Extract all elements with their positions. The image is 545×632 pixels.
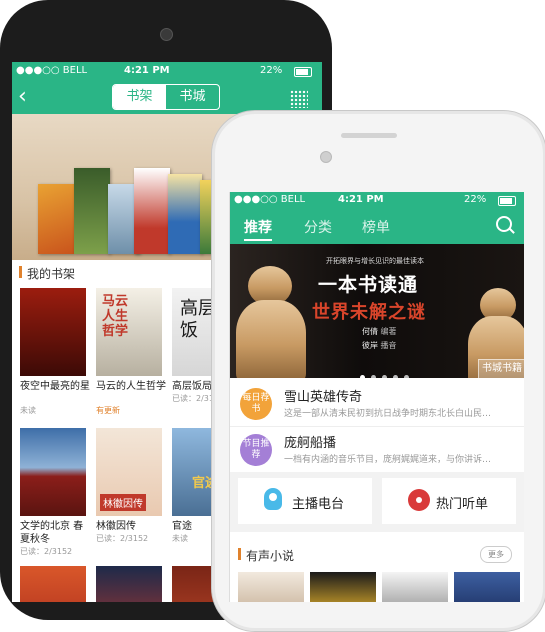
cover-text: 马云 人生哲学 (102, 294, 129, 339)
status-bar: ●●●○○ BELL 4:21 PM 22% (12, 62, 322, 80)
section-accent-bar (238, 548, 241, 560)
shelf-store-switch: 书架 书城 (112, 84, 220, 110)
audio-book-cover[interactable] (382, 572, 448, 602)
hot-playlist-button[interactable]: 热门听单 (382, 478, 516, 524)
hero-title-line2: 世界未解之谜 (312, 302, 426, 323)
clock: 4:21 PM (338, 194, 384, 205)
banner-book-2 (74, 168, 110, 254)
back-arrow-icon[interactable]: ‹ (18, 84, 27, 109)
book-cover[interactable]: 马云 人生哲学 (96, 288, 162, 376)
book-status: 未读 (20, 406, 36, 415)
author-name: 何倩 (362, 327, 378, 336)
section-title: 我的书架 (27, 267, 76, 281)
feature-label: 主播电台 (292, 497, 345, 512)
front-phone-camera (320, 151, 332, 163)
status-bar: ●●●○○ BELL 4:21 PM 22% (230, 192, 524, 208)
anchor-radio-button[interactable]: 主播电台 (238, 478, 372, 524)
terracotta-warrior-body (236, 300, 306, 378)
audio-book-cover[interactable] (310, 572, 376, 602)
carrier-signal: ●●●○○ BELL (16, 65, 88, 76)
carousel-dots[interactable] (360, 365, 415, 378)
clock: 4:21 PM (124, 65, 170, 76)
book-status-updated: 有更新 (96, 406, 120, 415)
book-cover[interactable] (20, 428, 86, 516)
more-button[interactable]: 更多 (480, 546, 512, 563)
search-icon[interactable] (496, 216, 512, 232)
main-nav-bar: 推荐 分类 榜单 (230, 208, 524, 244)
book-status: 已读：2/3152 (20, 547, 73, 556)
book-title[interactable]: 夜空中最亮的星 (20, 380, 90, 393)
tab-category[interactable]: 分类 (304, 217, 332, 237)
section-title: 有声小说 (246, 549, 295, 563)
audio-book-cover[interactable] (454, 572, 520, 602)
hero-kicker: 开拓眼界与增长见识的最佳读本 (326, 257, 424, 265)
book-cover[interactable] (96, 566, 162, 602)
audio-novel-header: 有声小说 更多 (230, 540, 524, 566)
recommendation-desc: 这是一部从清末民初到抗日战争时期东北长白山民… (284, 409, 492, 419)
banner-book-5 (168, 174, 202, 254)
book-title[interactable]: 文学的北京 春夏秋冬 (20, 520, 90, 546)
hero-author: 何倩 编著 (362, 326, 397, 337)
hero-title-line1: 一本书读通 (318, 274, 419, 296)
banner-book-4 (134, 168, 170, 254)
book-cover[interactable] (20, 288, 86, 376)
battery-icon (498, 196, 516, 206)
battery-icon (294, 67, 312, 77)
recommendation-desc: 一档有内涵的音乐节目，庞舸娓娓道来，与你讲诉… (284, 455, 492, 465)
hero-narrator: 彼岸 播音 (362, 340, 397, 351)
battery-percent: 22% (260, 65, 283, 76)
tab-bookstore[interactable]: 书城 (166, 85, 219, 109)
shelf-nav-bar: ‹ 书架 书城 (12, 80, 322, 114)
program-badge: 节目推荐 (240, 434, 272, 466)
divider (230, 426, 524, 427)
recommendation-title: 雪山英雄传奇 (284, 390, 363, 405)
battery-percent: 22% (464, 194, 487, 205)
daily-recommendation[interactable]: 每日荐书 雪山英雄传奇 这是一部从清末民初到抗日战争时期东北长白山民… (230, 382, 524, 424)
daily-badge: 每日荐书 (240, 388, 272, 420)
book-cover[interactable]: 林徽因传 (96, 428, 162, 516)
program-recommendation[interactable]: 节目推荐 庞舸船播 一档有内涵的音乐节目，庞舸娓娓道来，与你讲诉… (230, 428, 524, 470)
narrator-role: 播音 (380, 341, 397, 350)
hero-banner[interactable]: 开拓眼界与增长见识的最佳读本 一本书读通 世界未解之谜 何倩 编著 彼岸 播音 … (230, 244, 524, 378)
front-phone-speaker (341, 133, 397, 138)
tab-bookshelf[interactable]: 书架 (113, 85, 166, 109)
book-status: 已读：2/31 (172, 394, 214, 403)
book-title[interactable]: 马云的人生哲学 (96, 380, 166, 393)
book-cover[interactable] (20, 566, 86, 602)
audio-book-cover[interactable] (238, 572, 304, 602)
feature-label: 热门听单 (436, 497, 489, 512)
book-title[interactable]: 林徽因传 (96, 520, 166, 533)
recommendation-title: 庞舸船播 (284, 436, 337, 451)
carrier-signal: ●●●○○ BELL (234, 194, 306, 205)
store-book-tag: 书城书籍 (478, 359, 524, 378)
narrator-name: 彼岸 (362, 341, 378, 350)
front-phone-screen: ●●●○○ BELL 4:21 PM 22% 推荐 分类 榜单 开拓眼界与增长见… (229, 192, 524, 602)
disc-icon (408, 489, 430, 511)
book-status: 未读 (172, 534, 188, 543)
author-role: 编著 (380, 327, 397, 336)
microphone-icon (264, 488, 282, 510)
grid-icon[interactable] (290, 90, 308, 108)
cover-text: 林徽因传 (100, 494, 146, 511)
section-accent-bar (19, 266, 22, 278)
book-status: 已读：2/3152 (96, 534, 149, 543)
tab-ranking[interactable]: 榜单 (362, 217, 390, 237)
tab-recommend[interactable]: 推荐 (244, 217, 272, 241)
banner-book-1 (38, 184, 74, 254)
back-phone-camera (160, 28, 173, 41)
feature-buttons: 主播电台 热门听单 (230, 472, 524, 532)
